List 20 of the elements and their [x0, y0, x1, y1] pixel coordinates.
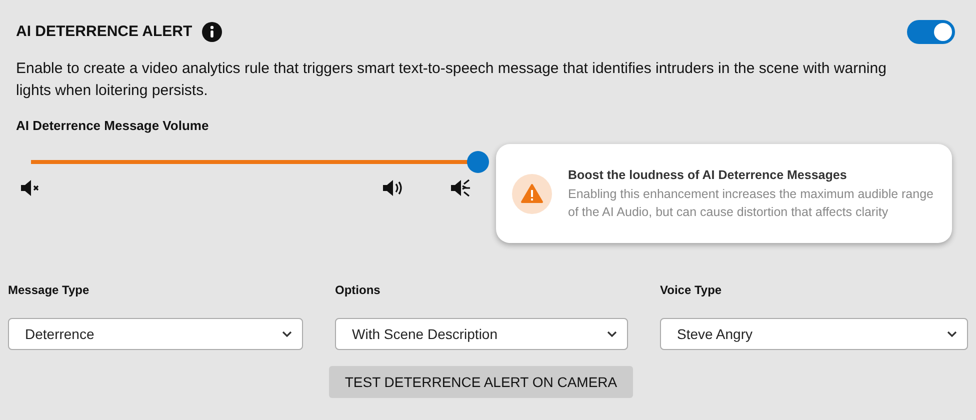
volume-icon[interactable]: [382, 179, 404, 197]
dropdown-label: Voice Type: [660, 282, 722, 299]
dropdown-label: Options: [335, 282, 380, 299]
dropdown-field[interactable]: Deterrence: [8, 318, 303, 350]
notice-text: Enabling this enhancement increases the maximum audible range of the AI Audio, but can cause distortion that affects clarity: [568, 186, 934, 221]
volume-label: AI Deterrence Message Volume: [16, 117, 209, 135]
loud-speaker-icon[interactable]: [450, 177, 472, 199]
chevron-down-icon: [607, 331, 617, 337]
toggle-switch[interactable]: [907, 20, 955, 44]
section-title: AI DETERRENCE ALERT: [16, 22, 192, 42]
notice-title: Boost the loudness of AI Deterrence Messages: [568, 167, 848, 184]
info-icon[interactable]: [202, 22, 222, 42]
dropdown-field[interactable]: Steve Angry: [660, 318, 968, 350]
warning-icon: [512, 174, 552, 214]
chevron-down-icon: [947, 331, 957, 337]
chevron-down-icon: [282, 331, 292, 337]
dropdown-field[interactable]: With Scene Description: [335, 318, 628, 350]
test-alert-button[interactable]: TEST DETERRENCE ALERT ON CAMERA: [328, 366, 634, 398]
dropdown-label: Message Type: [8, 282, 90, 299]
description-text: Enable to create a video analytics rule that triggers smart text-to-speech message that identifies intruders in the scene with warning lights when loitering persists.: [16, 59, 888, 101]
